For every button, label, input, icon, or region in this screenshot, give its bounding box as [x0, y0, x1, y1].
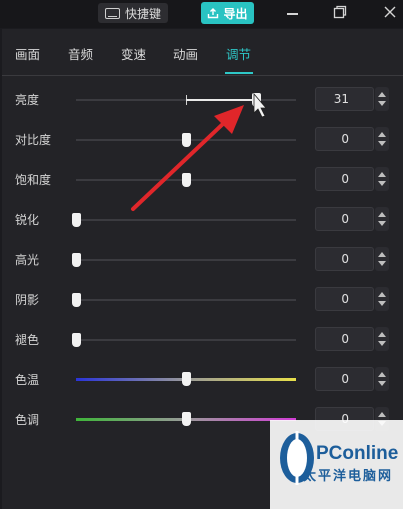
chevron-up-icon[interactable] — [378, 332, 386, 337]
contrast-value-input[interactable]: 0 — [315, 127, 374, 151]
temperature-slider-thumb[interactable] — [182, 372, 191, 386]
contrast-label: 对比度 — [15, 133, 52, 147]
contrast-stepper[interactable] — [375, 127, 389, 151]
chevron-up-icon[interactable] — [378, 372, 386, 377]
adjust-row-shadow: 阴影 0 — [2, 285, 403, 315]
temperature-stepper[interactable] — [375, 367, 389, 391]
shortcut-button[interactable]: 快捷键 — [98, 3, 168, 23]
chevron-up-icon[interactable] — [378, 412, 386, 417]
minimize-icon[interactable] — [287, 8, 301, 18]
adjust-row-highlight: 高光 0 — [2, 245, 403, 275]
highlight-slider-thumb[interactable] — [72, 253, 81, 267]
export-button[interactable]: 导出 — [201, 2, 254, 24]
highlight-value: 0 — [341, 252, 349, 266]
shadow-slider-thumb[interactable] — [72, 293, 81, 307]
slider-fill — [186, 99, 257, 101]
shadow-value: 0 — [341, 292, 349, 306]
saturation-stepper[interactable] — [375, 167, 389, 191]
chevron-down-icon[interactable] — [378, 261, 386, 266]
saturation-label: 饱和度 — [15, 173, 52, 187]
fade-value-input[interactable]: 0 — [315, 327, 374, 351]
highlight-slider[interactable] — [72, 253, 296, 267]
highlight-value-input[interactable]: 0 — [315, 247, 374, 271]
active-tab-indicator — [225, 72, 253, 74]
contrast-value: 0 — [341, 132, 349, 146]
upload-icon — [208, 8, 219, 19]
shadow-value-input[interactable]: 0 — [315, 287, 374, 311]
highlight-stepper[interactable] — [375, 247, 389, 271]
export-label: 导出 — [223, 6, 248, 21]
temperature-label: 色温 — [15, 373, 40, 387]
chevron-down-icon[interactable] — [378, 181, 386, 186]
adjust-row-fade: 褪色 0 — [2, 325, 403, 355]
chevron-down-icon[interactable] — [378, 381, 386, 386]
fade-stepper[interactable] — [375, 327, 389, 351]
close-icon[interactable] — [383, 5, 397, 19]
title-bar: 快捷键 导出 — [0, 0, 403, 28]
chevron-down-icon[interactable] — [378, 141, 386, 146]
shadow-slider[interactable] — [72, 293, 296, 307]
sharpen-slider[interactable] — [72, 213, 296, 227]
sharpen-value: 0 — [341, 212, 349, 226]
tab-animation[interactable]: 动画 — [173, 44, 198, 63]
chevron-down-icon[interactable] — [378, 101, 386, 106]
adjust-row-sharpen: 锐化 0 — [2, 205, 403, 235]
chevron-up-icon[interactable] — [378, 252, 386, 257]
watermark-subtitle: 太平洋电脑网 — [303, 469, 394, 484]
chevron-down-icon[interactable] — [378, 341, 386, 346]
temperature-value-input[interactable]: 0 — [315, 367, 374, 391]
chevron-up-icon[interactable] — [378, 212, 386, 217]
temperature-value: 0 — [341, 372, 349, 386]
tab-adjust[interactable]: 调节 — [226, 44, 251, 63]
brightness-slider-thumb[interactable] — [252, 93, 262, 107]
chevron-up-icon[interactable] — [378, 92, 386, 97]
shadow-stepper[interactable] — [375, 287, 389, 311]
fade-slider[interactable] — [72, 333, 296, 347]
shadow-label: 阴影 — [15, 293, 40, 307]
adjust-row-saturation: 饱和度 0 — [2, 165, 403, 195]
adjust-row-temperature: 色温 0 — [2, 365, 403, 395]
watermark-brand: PConline — [316, 443, 399, 464]
tab-audio[interactable]: 音频 — [68, 44, 93, 63]
temperature-slider[interactable] — [76, 372, 296, 386]
tab-speed[interactable]: 变速 — [121, 44, 146, 63]
sharpen-slider-thumb[interactable] — [72, 213, 81, 227]
tab-bar: 画面 音频 变速 动画 调节 — [2, 29, 403, 76]
sharpen-value-input[interactable]: 0 — [315, 207, 374, 231]
brightness-value-input[interactable]: 31 — [315, 87, 374, 111]
saturation-slider-thumb[interactable] — [182, 173, 191, 187]
keyboard-icon — [104, 7, 120, 19]
chevron-down-icon[interactable] — [378, 221, 386, 226]
fade-value: 0 — [341, 332, 349, 346]
saturation-value-input[interactable]: 0 — [315, 167, 374, 191]
tint-slider-thumb[interactable] — [182, 412, 191, 426]
chevron-up-icon[interactable] — [378, 132, 386, 137]
chevron-up-icon[interactable] — [378, 292, 386, 297]
contrast-slider-thumb[interactable] — [182, 133, 191, 147]
adjust-row-contrast: 对比度 0 — [2, 125, 403, 155]
brightness-stepper[interactable] — [375, 87, 389, 111]
saturation-value: 0 — [341, 172, 349, 186]
fade-slider-thumb[interactable] — [72, 333, 81, 347]
chevron-down-icon[interactable] — [378, 301, 386, 306]
sharpen-stepper[interactable] — [375, 207, 389, 231]
contrast-slider[interactable] — [76, 133, 296, 147]
maximize-icon[interactable] — [333, 5, 347, 19]
brightness-slider[interactable] — [76, 93, 296, 107]
chevron-up-icon[interactable] — [378, 172, 386, 177]
adjust-row-brightness: 亮度 31 — [2, 85, 403, 115]
fade-label: 褪色 — [15, 333, 40, 347]
tint-label: 色调 — [15, 413, 40, 427]
brightness-label: 亮度 — [15, 93, 40, 107]
sharpen-label: 锐化 — [15, 213, 40, 227]
brightness-value: 31 — [333, 92, 349, 106]
tint-slider[interactable] — [76, 412, 296, 426]
highlight-label: 高光 — [15, 253, 40, 267]
tab-picture[interactable]: 画面 — [15, 44, 40, 63]
saturation-slider[interactable] — [76, 173, 296, 187]
shortcut-label: 快捷键 — [124, 6, 161, 21]
